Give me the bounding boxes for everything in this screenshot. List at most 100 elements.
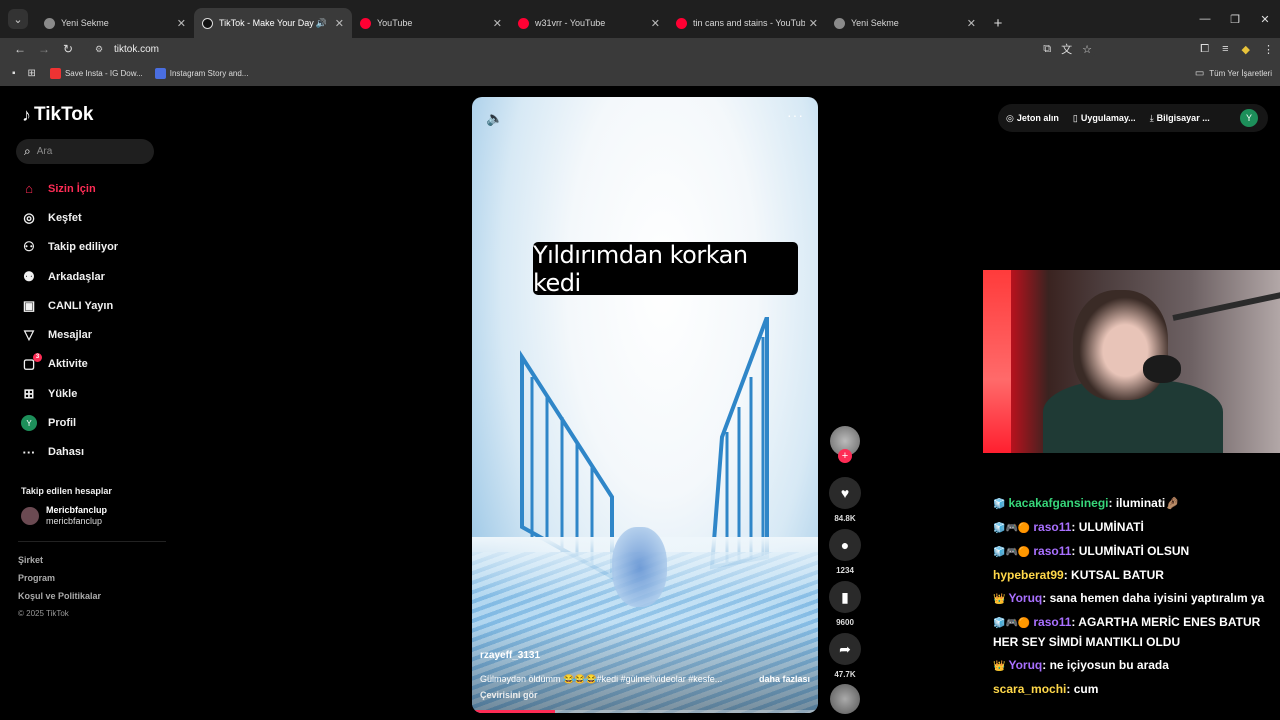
translate-icon[interactable]: 文 bbox=[1061, 41, 1072, 57]
following-icon: ⚇ bbox=[23, 239, 35, 255]
window-controls: — ❐ ✕ bbox=[1190, 0, 1280, 38]
sidebar-item[interactable]: ⌂ Sizin İçin bbox=[20, 174, 170, 203]
see-translation-button[interactable]: Çevirisini gör bbox=[480, 690, 538, 700]
close-tab-icon[interactable]: ✕ bbox=[177, 17, 186, 30]
extensions-icon[interactable]: ⧠ bbox=[1200, 43, 1209, 56]
sidebar-item[interactable]: Y Profil bbox=[20, 408, 170, 437]
address-bar[interactable]: ⚙ tiktok.com ⧉ 文 ☆ bbox=[86, 39, 1096, 59]
bookmark-item[interactable]: Instagram Story and... bbox=[154, 67, 248, 79]
footer-link-program[interactable]: Program bbox=[18, 573, 101, 591]
followed-account[interactable]: Mericbfanclup mericbfanclup bbox=[21, 505, 107, 527]
tiktok-logo[interactable]: ♪ TikTok bbox=[22, 104, 93, 126]
browser-tab[interactable]: tin cans and stains - YouTube ✕ bbox=[668, 8, 826, 38]
account-handle: mericbfanclup bbox=[46, 516, 103, 526]
phone-icon: ▯ bbox=[1072, 112, 1078, 123]
chat-text: : iluminati🤌🏽 bbox=[1108, 496, 1181, 510]
sidebar-item-label: Sizin İçin bbox=[48, 182, 96, 195]
video-player[interactable]: Yıldırımdan korkan kedi 🔈 ··· rzayeff_31… bbox=[472, 97, 818, 713]
comment-button[interactable]: ● bbox=[829, 529, 861, 561]
all-bookmarks-button[interactable]: ▭ Tüm Yer İşaretleri bbox=[1195, 60, 1272, 86]
description-text: Gülməydən öldümm 😂😂😂#kedi #gülmelivideol… bbox=[480, 674, 723, 684]
follow-plus-icon[interactable]: + bbox=[838, 449, 852, 463]
browser-tab[interactable]: Yeni Sekme ✕ bbox=[36, 8, 194, 38]
bookmark-star-icon[interactable]: ☆ bbox=[1082, 43, 1092, 56]
browser-tab[interactable]: w31vrr - YouTube ✕ bbox=[510, 8, 668, 38]
minimize-button[interactable]: — bbox=[1190, 0, 1220, 38]
creator-avatar[interactable]: + bbox=[830, 426, 860, 463]
bookmark-item[interactable]: Save Insta - IG Dow... bbox=[49, 67, 143, 79]
desktop-app-button[interactable]: ⤓ Bilgisayar ... bbox=[1150, 113, 1210, 124]
upload-icon: ⊞ bbox=[23, 385, 35, 401]
close-tab-icon[interactable]: ✕ bbox=[651, 17, 660, 30]
apps-grid-icon[interactable]: ⊞ bbox=[28, 68, 36, 79]
close-tab-icon[interactable]: ✕ bbox=[493, 17, 502, 30]
chat-text: : ne içiyosun bu arada bbox=[1042, 658, 1169, 672]
bookmark-square-icon[interactable]: ▪ bbox=[12, 68, 16, 79]
mic-arm bbox=[1172, 292, 1280, 321]
share-icon: ➦ bbox=[839, 640, 851, 657]
like-count: 84.8K bbox=[834, 514, 856, 523]
search-placeholder: Ara bbox=[36, 146, 53, 157]
sidebar-item[interactable]: ··· Dahası bbox=[20, 438, 170, 467]
video-progress-bar[interactable] bbox=[472, 710, 818, 713]
get-coins-button[interactable]: ◎ Jeton alın bbox=[1006, 113, 1059, 124]
browser-tab[interactable]: Yeni Sekme ✕ bbox=[826, 8, 984, 38]
tiktok-page: ♪ TikTok ⌕ Ara ⌂ Sizin İçin ◎ Keşfet ⚇ Takip … bbox=[0, 86, 1280, 720]
menu-icon[interactable]: ⋮ bbox=[1263, 43, 1274, 56]
share-button[interactable]: ➦ bbox=[829, 633, 861, 665]
new-tab-button[interactable]: + bbox=[984, 8, 1012, 38]
close-tab-icon[interactable]: ✕ bbox=[967, 17, 976, 30]
heart-icon: ♥ bbox=[840, 485, 850, 501]
tab-audio-icon[interactable]: 🔊 bbox=[316, 18, 327, 29]
site-info-icon[interactable]: ⚙ bbox=[92, 42, 106, 56]
chat-message: 🧊🎮🟠 raso11: ULUMİNATİ OLSUN bbox=[993, 542, 1280, 562]
search-input[interactable]: ⌕ Ara bbox=[16, 139, 154, 164]
tab-search-button[interactable]: ⌄ bbox=[0, 0, 36, 38]
video-overlay-text: Yıldırımdan korkan kedi bbox=[533, 241, 798, 297]
sidebar-item[interactable]: ▽ Mesajlar bbox=[20, 320, 170, 349]
profile-avatar[interactable]: Y bbox=[1240, 109, 1258, 127]
footer-link-company[interactable]: Şirket bbox=[18, 555, 101, 573]
install-app-icon[interactable]: ⧉ bbox=[1043, 43, 1051, 56]
sidebar-item[interactable]: ◎ Keşfet bbox=[20, 203, 170, 232]
sidebar-item-label: Dahası bbox=[48, 446, 85, 459]
sidebar-item[interactable]: ⚉ Arkadaşlar bbox=[20, 262, 170, 291]
comment-icon: ● bbox=[840, 537, 850, 553]
browser-tab[interactable]: TikTok - Make Your Day 🔊 ✕ bbox=[194, 8, 352, 38]
sidebar-item[interactable]: ▣ CANLI Yayın bbox=[20, 291, 170, 320]
account-name: Mericbfanclup bbox=[46, 505, 108, 515]
microphone bbox=[1143, 355, 1181, 383]
close-tab-icon[interactable]: ✕ bbox=[809, 17, 818, 30]
sound-disc-avatar[interactable] bbox=[830, 684, 860, 714]
chat-badges-icon: 🧊🎮🟠 bbox=[993, 547, 1031, 558]
search-icon: ⌕ bbox=[24, 144, 31, 158]
more-options-icon[interactable]: ··· bbox=[787, 107, 804, 123]
sidebar-item[interactable]: ⊞ Yükle bbox=[20, 379, 170, 408]
forward-button[interactable]: → bbox=[32, 38, 56, 60]
browser-tab[interactable]: YouTube ✕ bbox=[352, 8, 510, 38]
progress-fill bbox=[472, 710, 556, 713]
media-control-icon[interactable]: ≡ bbox=[1222, 43, 1228, 55]
get-app-button[interactable]: ▯ Uygulamay... bbox=[1073, 113, 1136, 124]
save-button[interactable]: ▮ bbox=[829, 581, 861, 613]
maximize-button[interactable]: ❐ bbox=[1220, 0, 1250, 38]
sidebar-item[interactable]: ⚇ Takip ediliyor bbox=[20, 233, 170, 262]
logo-text: TikTok bbox=[34, 104, 94, 125]
close-window-button[interactable]: ✕ bbox=[1250, 0, 1280, 38]
back-button[interactable]: ← bbox=[8, 38, 32, 60]
volume-icon[interactable]: 🔈 bbox=[486, 110, 503, 127]
bookmarks-bar: ▪ ⊞ Save Insta - IG Dow... Instagram Stor… bbox=[0, 60, 1280, 86]
extension-badge-icon[interactable]: ◆ bbox=[1242, 43, 1250, 56]
video-author[interactable]: rzayeff_3131 bbox=[480, 650, 540, 661]
following-header: Takip edilen hesaplar bbox=[21, 486, 112, 496]
streamer-head bbox=[1073, 290, 1168, 400]
reload-button[interactable]: ↻ bbox=[56, 38, 80, 60]
tab-title: w31vrr - YouTube bbox=[535, 18, 606, 28]
sidebar-item[interactable]: ▢ 3 Aktivite bbox=[20, 350, 170, 379]
chat-text: : ULUMİNATİ bbox=[1071, 520, 1144, 534]
show-more-button[interactable]: daha fazlası bbox=[759, 674, 810, 684]
like-button[interactable]: ♥ bbox=[829, 477, 861, 509]
footer-link-terms[interactable]: Koşul ve Politikalar bbox=[18, 591, 101, 609]
sidebar-item-label: Takip ediliyor bbox=[48, 241, 119, 254]
close-tab-icon[interactable]: ✕ bbox=[335, 17, 344, 30]
